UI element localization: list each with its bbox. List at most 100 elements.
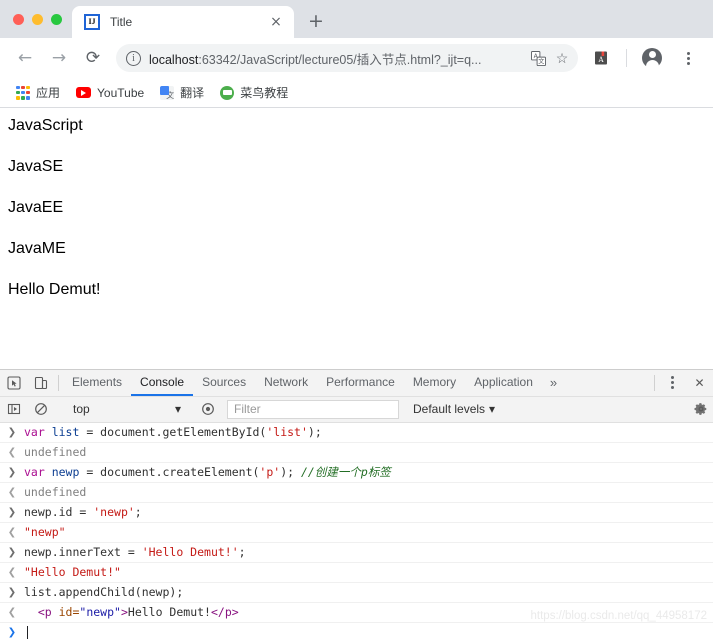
runoob-icon [220, 85, 235, 100]
profile-avatar-icon[interactable] [638, 44, 666, 72]
console-row-content: var list = document.getElementById('list… [20, 425, 322, 439]
chevron-down-icon: ▾ [489, 402, 496, 417]
console-row-prompt[interactable]: ❯ [0, 623, 713, 642]
toolbar-right-icons: A [584, 44, 705, 72]
tab-sources[interactable]: Sources [193, 370, 255, 396]
tab-console[interactable]: Console [131, 370, 194, 396]
devtools-menu-icon[interactable] [659, 370, 686, 396]
console-rows: ❯ var list = document.getElementById('lis… [0, 423, 713, 642]
console-token: = document.getElementById( [79, 425, 267, 440]
forward-icon[interactable]: → [45, 44, 73, 72]
translate-page-icon[interactable]: A 文 [526, 46, 550, 70]
prompt-arrow-icon: ❯ [7, 546, 17, 558]
console-token: list.appendChild(newp); [24, 585, 184, 600]
bookmark-youtube[interactable]: YouTube [68, 83, 152, 103]
browser-window: IJ Title × + ← → ⟳ i localhost:63342/Jav… [0, 0, 713, 642]
console-log-area[interactable]: ❯ var list = document.getElementById('lis… [0, 422, 713, 642]
svg-text:A: A [597, 56, 604, 64]
console-text-caret [27, 626, 28, 640]
console-token: "newp" [79, 605, 121, 620]
browser-tab[interactable]: IJ Title × [72, 6, 294, 38]
console-token: ); [280, 465, 301, 480]
devtools-panel: Elements Console Sources Network Perform… [0, 369, 713, 642]
console-token: <p [24, 605, 52, 620]
minimize-window-button[interactable] [32, 14, 43, 25]
new-tab-button[interactable]: + [302, 7, 330, 35]
page-paragraph: JavaSE [8, 158, 64, 175]
console-token: 'p' [259, 465, 281, 480]
bookmark-label: 菜鸟教程 [240, 86, 289, 100]
console-row-output: ❮ "newp" [0, 523, 713, 543]
tab-network[interactable]: Network [255, 370, 317, 396]
inspect-element-icon[interactable] [0, 370, 27, 396]
console-row-content: <p id="newp">Hello Demut!</p> [20, 605, 239, 619]
console-token: var [24, 465, 52, 480]
url-input[interactable]: localhost:63342/JavaScript/lecture05/插入节… [149, 49, 526, 68]
console-toolbar: top ▾ Filter Default levels ▾ [0, 396, 713, 423]
more-tabs-icon[interactable]: » [542, 370, 565, 396]
console-row-content: undefined [20, 445, 86, 459]
console-token: "newp" [24, 525, 66, 540]
toggle-console-sidebar-icon[interactable] [0, 402, 27, 416]
tab-elements[interactable]: Elements [63, 370, 131, 396]
chrome-menu-icon[interactable] [674, 44, 702, 72]
bookmark-runoob[interactable]: 菜鸟教程 [212, 81, 296, 104]
live-expression-eye-icon[interactable] [194, 402, 221, 416]
devtools-settings-gear-icon[interactable] [689, 402, 713, 416]
console-token: undefined [24, 485, 87, 500]
execution-context-select[interactable]: top ▾ [67, 400, 185, 418]
maximize-window-button[interactable] [51, 14, 62, 25]
console-token: ); [307, 425, 322, 440]
console-token: </p> [210, 605, 239, 620]
tab-performance[interactable]: Performance [317, 370, 404, 396]
window-traffic-lights [0, 14, 72, 38]
reload-icon[interactable]: ⟳ [79, 44, 107, 72]
console-row-output: ❮ "Hello Demut!" [0, 563, 713, 583]
console-token: 'list' [266, 425, 308, 440]
page-paragraph: Hello Demut! [8, 281, 101, 298]
bookmark-apps[interactable]: 应用 [8, 81, 68, 104]
page-paragraph: JavaEE [8, 199, 64, 216]
tab-application[interactable]: Application [465, 370, 542, 396]
console-token: undefined [24, 445, 87, 460]
console-row-output: ❮ undefined [0, 443, 713, 463]
console-row-output: ❮ <p id="newp">Hello Demut!</p> [0, 603, 713, 623]
chevron-down-icon: ▾ [174, 402, 181, 417]
apps-grid-icon [16, 85, 30, 100]
result-arrow-icon: ❮ [7, 566, 17, 578]
browser-toolbar: ← → ⟳ i localhost:63342/JavaScript/lectu… [0, 38, 713, 78]
console-token: 'newp' [93, 505, 135, 520]
bookmark-label: 翻译 [180, 86, 205, 100]
console-token: id= [51, 605, 80, 620]
toggle-device-toolbar-icon[interactable] [27, 370, 54, 396]
prompt-arrow-icon: ❯ [7, 426, 17, 438]
bookmarks-bar: 应用 YouTube 翻译 菜鸟教程 [0, 78, 713, 108]
close-tab-icon[interactable]: × [266, 12, 286, 32]
back-icon[interactable]: ← [11, 44, 39, 72]
console-row-input: ❯ var list = document.getElementById('lis… [0, 423, 713, 443]
close-devtools-icon[interactable]: ✕ [686, 370, 713, 396]
filter-placeholder: Filter [234, 402, 261, 417]
bookmark-translate[interactable]: 翻译 [152, 81, 212, 104]
console-token: newp.id = [24, 505, 94, 520]
console-row-content: undefined [20, 485, 86, 499]
console-row-content: "newp" [20, 525, 66, 539]
intellij-favicon-icon: IJ [84, 14, 100, 30]
console-token: ; [134, 505, 142, 520]
page-info-icon[interactable]: i [126, 50, 141, 66]
address-bar[interactable]: i localhost:63342/JavaScript/lecture05/插… [116, 44, 578, 72]
console-token: Hello Demut! [127, 605, 211, 620]
close-window-button[interactable] [13, 14, 24, 25]
bookmark-label: 应用 [36, 86, 61, 100]
result-arrow-icon: ❮ [7, 606, 17, 618]
bookmark-star-icon[interactable]: ☆ [550, 46, 574, 70]
toolbar-divider [626, 49, 627, 67]
log-levels-select[interactable]: Default levels ▾ [413, 402, 495, 416]
clear-console-icon[interactable] [27, 402, 54, 416]
tab-memory[interactable]: Memory [404, 370, 465, 396]
console-row-content: "Hello Demut!" [20, 565, 121, 579]
extension-icon[interactable]: A [587, 44, 615, 72]
console-row-content: newp.innerText = 'Hello Demut!'; [20, 545, 246, 559]
console-filter-input[interactable]: Filter [227, 399, 399, 419]
